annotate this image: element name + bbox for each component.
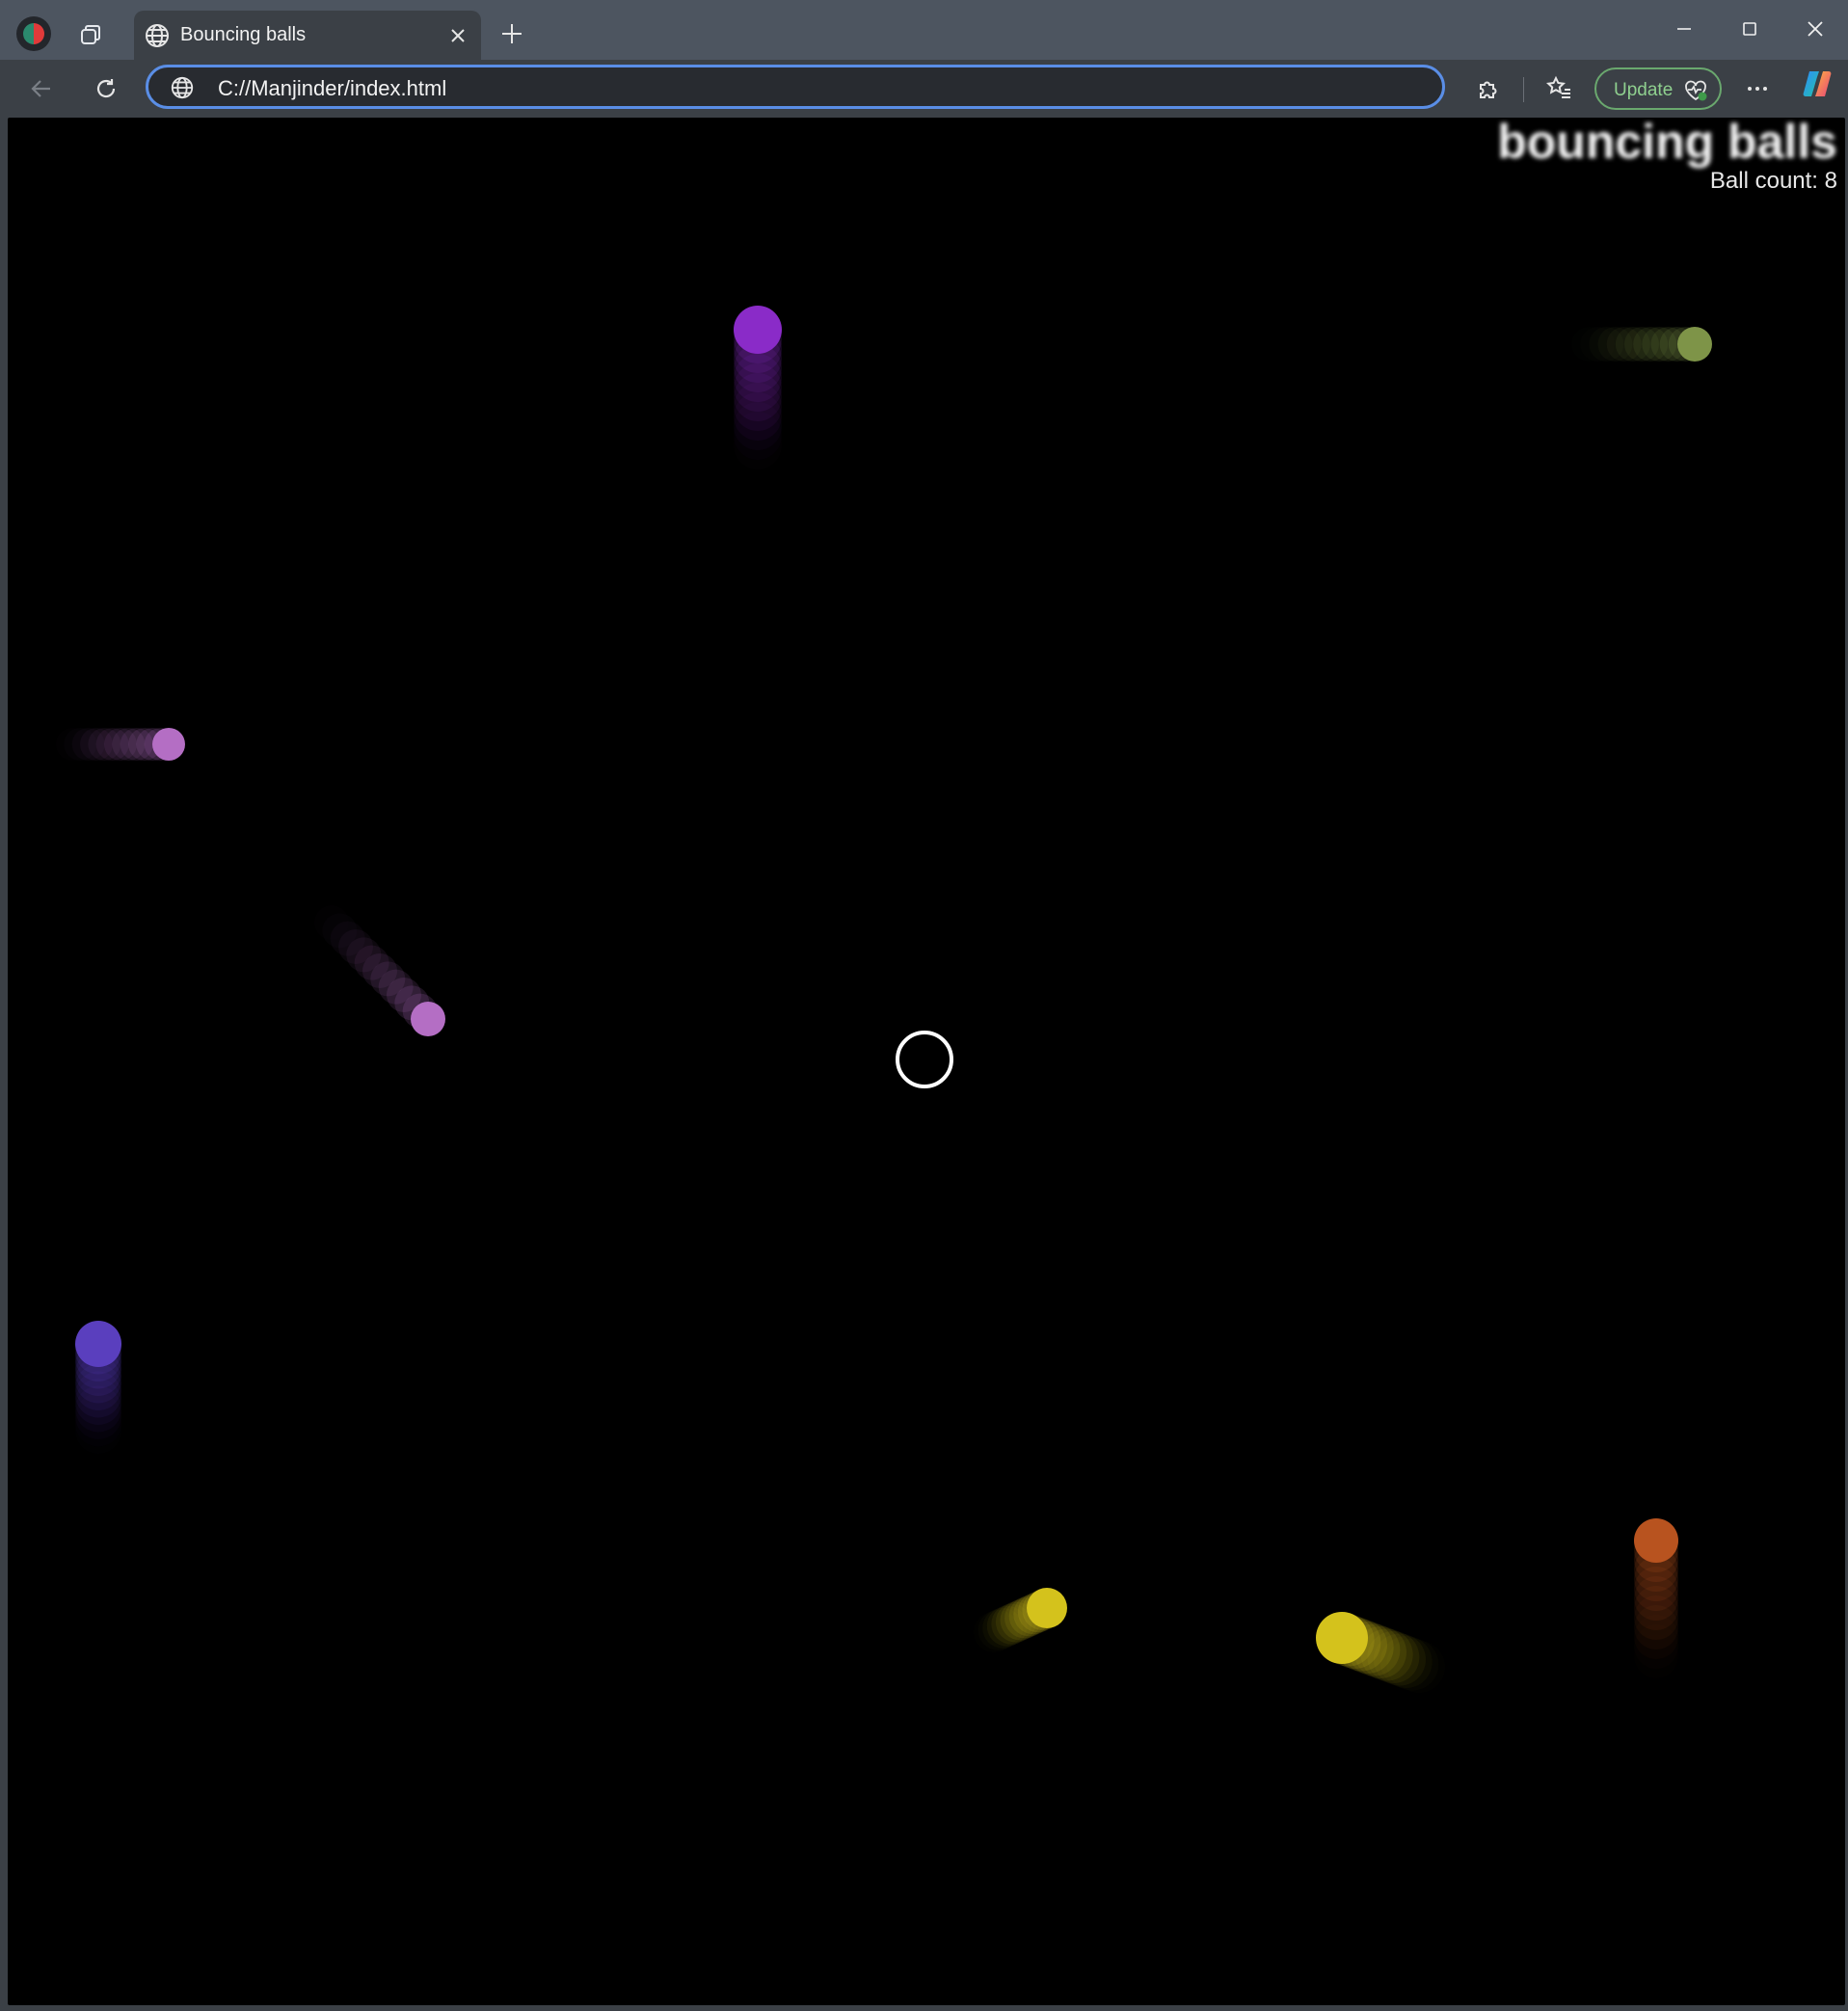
ball-body: [1027, 1588, 1067, 1628]
ball-body: [1316, 1612, 1368, 1664]
ball-body: [1634, 1518, 1678, 1563]
update-button[interactable]: Update: [1594, 67, 1722, 110]
ball-body: [152, 728, 185, 761]
ball: [1589, 327, 1712, 362]
ball: [71, 728, 185, 761]
ball-body: [75, 1321, 121, 1367]
update-label: Update: [1614, 80, 1674, 100]
profile-avatar-icon[interactable]: [16, 16, 51, 51]
maximize-button[interactable]: [1726, 10, 1774, 48]
more-icon: [1748, 87, 1767, 91]
ball: [1316, 1612, 1433, 1688]
extensions-button[interactable]: [1467, 67, 1510, 110]
refresh-icon: [96, 79, 116, 98]
address-bar[interactable]: [146, 65, 1445, 109]
new-tab-button[interactable]: [494, 15, 530, 52]
ball: [330, 921, 445, 1036]
ball: [734, 306, 782, 450]
workspaces-icon[interactable]: [75, 19, 106, 50]
url-input[interactable]: [216, 73, 1377, 104]
ball: [75, 1321, 121, 1439]
more-button[interactable]: [1736, 67, 1779, 110]
ball: [1634, 1518, 1678, 1659]
tab-bouncing-balls[interactable]: Bouncing balls: [134, 11, 481, 60]
page-viewport: bouncing balls Ball count: 8: [8, 118, 1845, 2005]
globe-icon: [144, 22, 171, 49]
ball-body: [734, 306, 782, 354]
back-button[interactable]: [20, 67, 63, 110]
plus-icon: [502, 24, 522, 43]
ball-body: [1677, 327, 1712, 362]
tab-title: Bouncing balls: [180, 24, 307, 45]
ball-body: [411, 1002, 445, 1036]
minimize-icon: [1677, 28, 1691, 30]
back-arrow-icon: [31, 80, 50, 97]
close-icon: [1808, 21, 1823, 37]
close-icon[interactable]: [444, 22, 471, 49]
ball-count: Ball count: 8: [1709, 168, 1837, 194]
close-window-button[interactable]: [1791, 10, 1839, 48]
tab-strip: Bouncing balls: [0, 0, 1848, 60]
copilot-icon[interactable]: [1801, 67, 1834, 100]
globe-icon[interactable]: [170, 75, 195, 100]
toolbar-divider: [1523, 77, 1524, 102]
favorites-button[interactable]: [1539, 67, 1581, 110]
ball: [982, 1588, 1067, 1649]
page-title: bouncing balls: [1497, 118, 1837, 169]
heart-pulse-icon: [1683, 78, 1708, 103]
browser-toolbar: Update: [0, 60, 1848, 118]
star-list-icon: [1546, 75, 1570, 98]
refresh-button[interactable]: [85, 67, 127, 110]
puzzle-icon: [1480, 81, 1497, 98]
minimize-button[interactable]: [1660, 10, 1708, 48]
mouse-cursor-ring: [896, 1031, 953, 1088]
maximize-icon: [1743, 22, 1756, 36]
